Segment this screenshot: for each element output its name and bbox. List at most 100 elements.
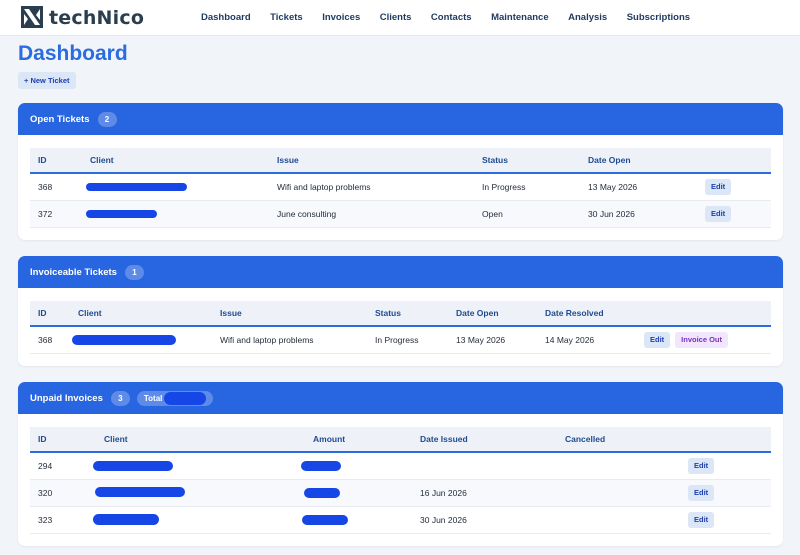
nav-subscriptions[interactable]: Subscriptions [627,12,690,23]
open-tickets-count-badge: 2 [97,111,117,127]
redacted-client [93,513,159,525]
redacted-amount [304,487,340,498]
total-label: Total [143,393,163,403]
redacted-client [86,209,157,218]
edit-button[interactable]: Edit [688,511,715,528]
page-title: Dashboard [18,42,128,65]
table-header-row: ID Client Amount Date Issued Cancelled [30,427,771,453]
cell-client [82,200,269,228]
redacted-amount [301,461,341,471]
redacted-total [163,391,206,405]
edit-button[interactable]: Edit [705,178,732,195]
total-badge: Total [136,390,213,406]
col-issue: Issue [212,301,367,327]
cell-date-open: 30 Jun 2026 [580,200,697,228]
invoiceable-tickets-count-badge: 1 [124,264,144,280]
redacted-client [86,183,187,191]
table-row: 372 June consulting Open 30 Jun 2026 Edi… [30,200,771,228]
cell-actions: Edit [697,173,771,201]
redacted-client [95,486,185,497]
brand-logo-icon [20,5,44,31]
col-date-open: Date Open [448,301,537,327]
nav-analysis[interactable]: Analysis [568,12,607,23]
col-amount: Amount [305,427,412,453]
cell-client [95,479,305,507]
edit-button[interactable]: Edit [705,205,732,222]
nav-dashboard[interactable]: Dashboard [201,12,251,23]
cell-id: 323 [30,506,96,534]
cell-issue: Wifi and laptop problems [269,173,474,201]
cell-cancelled [557,452,680,480]
cell-client [93,452,305,480]
invoiceable-tickets-table: ID Client Issue Status Date Open Date Re… [30,301,771,354]
open-tickets-title: Open Tickets [30,113,90,125]
cell-client [93,506,305,534]
col-date-issued: Date Issued [412,427,557,453]
nav-maintenance[interactable]: Maintenance [491,12,549,23]
col-actions [680,427,771,453]
nav-tickets[interactable]: Tickets [270,12,303,23]
nav-invoices[interactable]: Invoices [322,12,360,23]
cell-issue: June consulting [269,200,474,228]
table-header-row: ID Client Issue Status Date Open [30,148,771,174]
cell-date-issued: 30 Jun 2026 [412,506,557,534]
unpaid-invoices-title: Unpaid Invoices [30,392,103,404]
cell-actions: Edit [680,452,771,480]
invoiceable-tickets-title: Invoiceable Tickets [30,266,117,278]
brand[interactable]: techNico [20,5,201,31]
cell-status: In Progress [367,326,448,354]
cell-id: 294 [30,452,96,480]
cell-actions: Edit Invoice Out [636,326,771,354]
cell-status: Open [474,200,580,228]
cell-date-open: 13 May 2026 [448,326,537,354]
unpaid-invoices-header: Unpaid Invoices 3 Total [18,382,783,414]
invoiceable-tickets-card: Invoiceable Tickets 1 ID Client Issue St… [18,256,783,366]
redacted-amount [302,514,348,525]
cell-id: 368 [30,173,82,201]
open-tickets-table: ID Client Issue Status Date Open 368 Wif… [30,148,771,228]
nav-links: Dashboard Tickets Invoices Clients Conta… [201,12,710,23]
nav-contacts[interactable]: Contacts [431,12,472,23]
col-date-resolved: Date Resolved [537,301,636,327]
col-id: ID [30,427,96,453]
cell-date-issued: 16 Jun 2026 [412,479,557,507]
table-row: 320 16 Jun 2026 Edit [30,479,771,507]
cell-amount [304,479,412,507]
cell-amount [302,506,412,534]
edit-button[interactable]: Edit [644,331,671,348]
top-navbar: techNico Dashboard Tickets Invoices Clie… [0,0,800,36]
edit-button[interactable]: Edit [688,457,715,474]
col-date-open: Date Open [580,148,697,174]
open-tickets-header: Open Tickets 2 [18,103,783,135]
table-header-row: ID Client Issue Status Date Open Date Re… [30,301,771,327]
cell-date-resolved: 14 May 2026 [537,326,636,354]
col-issue: Issue [269,148,474,174]
cell-date-open: 13 May 2026 [580,173,697,201]
cell-id: 320 [30,479,96,507]
cell-client [82,173,269,201]
cell-client [70,326,212,354]
col-id: ID [30,301,70,327]
redacted-client [93,461,173,471]
cell-status: In Progress [474,173,580,201]
nav-clients[interactable]: Clients [380,12,412,23]
open-tickets-card: Open Tickets 2 ID Client Issue Status Da… [18,103,783,240]
table-row: 294 Edit [30,452,771,480]
brand-name: techNico [49,6,145,29]
table-row: 368 Wifi and laptop problems In Progress… [30,173,771,201]
col-client: Client [82,148,269,174]
cell-actions: Edit [697,200,771,228]
new-ticket-button[interactable]: + New Ticket [18,72,76,89]
unpaid-invoices-table: ID Client Amount Date Issued Cancelled 2… [30,427,771,534]
cell-id: 368 [30,326,70,354]
col-actions [697,148,771,174]
col-status: Status [474,148,580,174]
cell-issue: Wifi and laptop problems [212,326,367,354]
edit-button[interactable]: Edit [688,484,715,501]
col-actions [636,301,771,327]
col-cancelled: Cancelled [557,427,680,453]
redacted-client [72,335,176,345]
cell-actions: Edit [680,506,771,534]
invoice-out-button[interactable]: Invoice Out [675,331,729,348]
cell-actions: Edit [680,479,771,507]
